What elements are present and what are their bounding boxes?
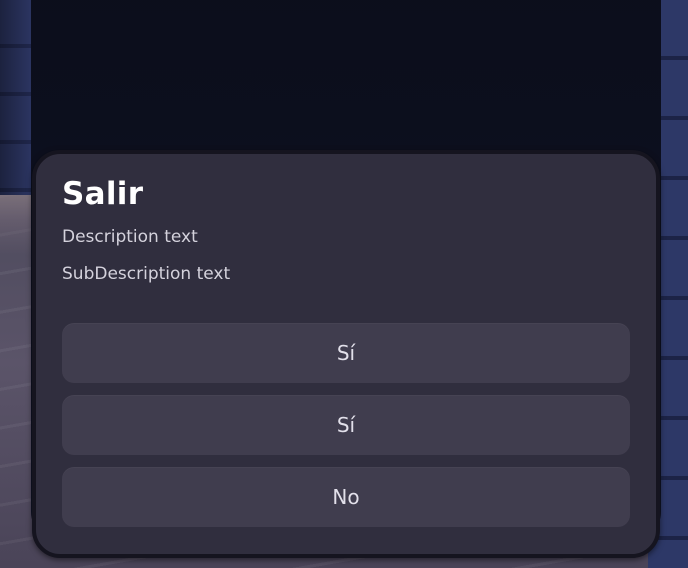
yes-button-secondary[interactable]: Sí [62, 395, 630, 455]
game-scene: Salir Description text SubDescription te… [0, 0, 688, 568]
yes-button[interactable]: Sí [62, 323, 630, 383]
dialog-description: Description text [62, 227, 198, 247]
dialog-subdescription: SubDescription text [62, 264, 231, 284]
dialog-title: Salir [62, 176, 144, 212]
no-button[interactable]: No [62, 467, 630, 527]
exit-dialog: Salir Description text SubDescription te… [32, 150, 660, 558]
